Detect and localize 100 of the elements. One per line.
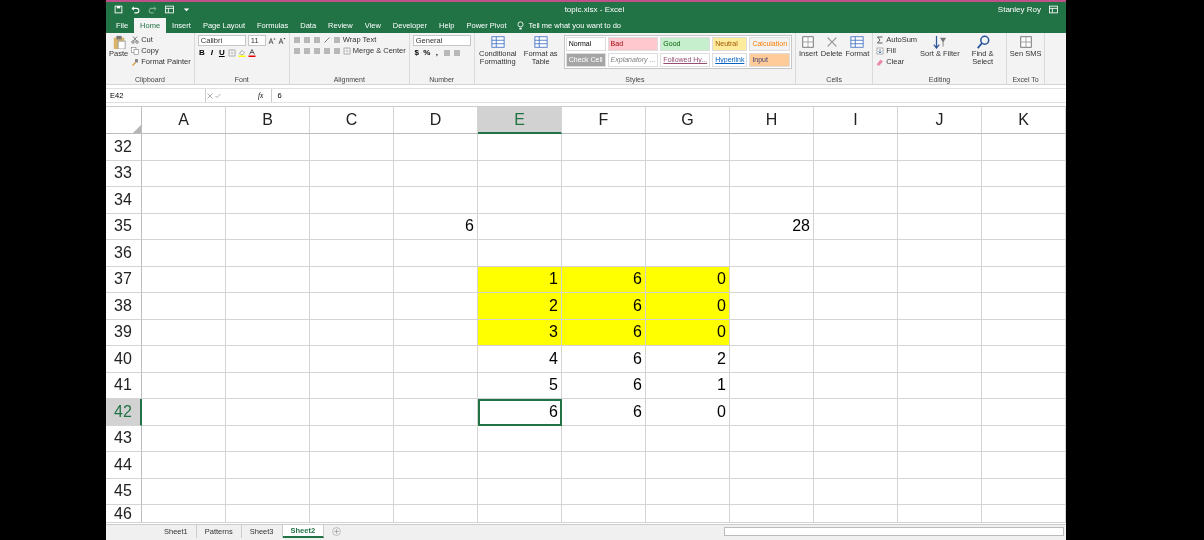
table-cell[interactable]: 2	[646, 346, 730, 373]
table-cell[interactable]	[982, 505, 1066, 523]
table-cell[interactable]: 0	[646, 319, 730, 346]
table-cell[interactable]	[226, 372, 310, 399]
table-cell[interactable]	[142, 372, 226, 399]
cancel-icon[interactable]	[206, 91, 214, 100]
table-cell[interactable]	[478, 213, 562, 240]
table-cell[interactable]	[562, 425, 646, 452]
table-cell[interactable]	[310, 187, 394, 214]
table-cell[interactable]: 6	[562, 293, 646, 320]
table-cell[interactable]	[982, 213, 1066, 240]
table-cell[interactable]	[982, 293, 1066, 320]
table-cell[interactable]	[394, 240, 478, 267]
table-cell[interactable]	[898, 505, 982, 523]
row-header[interactable]: 40	[106, 346, 142, 373]
table-cell[interactable]	[982, 266, 1066, 293]
underline-button[interactable]: U	[217, 48, 226, 57]
row-header[interactable]: 42	[106, 399, 142, 426]
table-cell[interactable]	[478, 160, 562, 187]
table-cell[interactable]	[814, 240, 898, 267]
table-cell[interactable]	[814, 346, 898, 373]
table-cell[interactable]	[226, 478, 310, 505]
row-header[interactable]: 43	[106, 425, 142, 452]
table-cell[interactable]	[562, 187, 646, 214]
select-all-icon[interactable]	[133, 125, 141, 133]
table-cell[interactable]	[478, 240, 562, 267]
table-cell[interactable]: 6	[562, 266, 646, 293]
table-cell[interactable]	[310, 213, 394, 240]
save-icon[interactable]	[114, 4, 123, 14]
table-cell[interactable]	[814, 213, 898, 240]
table-cell[interactable]	[226, 240, 310, 267]
table-cell[interactable]	[730, 478, 814, 505]
table-cell[interactable]	[478, 425, 562, 452]
percent-button[interactable]: %	[422, 48, 431, 57]
table-cell[interactable]	[982, 319, 1066, 346]
form-icon[interactable]	[165, 4, 174, 14]
table-cell[interactable]	[898, 266, 982, 293]
table-cell[interactable]: 4	[478, 346, 562, 373]
table-cell[interactable]	[898, 478, 982, 505]
table-cell[interactable]	[226, 213, 310, 240]
table-cell[interactable]	[142, 266, 226, 293]
row-header[interactable]: 36	[106, 240, 142, 267]
table-cell[interactable]	[982, 240, 1066, 267]
table-cell[interactable]	[142, 478, 226, 505]
table-cell[interactable]	[310, 293, 394, 320]
table-cell[interactable]	[394, 372, 478, 399]
table-cell[interactable]: 3	[478, 319, 562, 346]
table-cell[interactable]	[562, 452, 646, 479]
table-cell[interactable]	[730, 372, 814, 399]
table-cell[interactable]	[394, 452, 478, 479]
table-cell[interactable]	[646, 213, 730, 240]
table-cell[interactable]	[562, 478, 646, 505]
table-cell[interactable]	[982, 399, 1066, 426]
table-cell[interactable]	[478, 187, 562, 214]
table-cell[interactable]	[646, 452, 730, 479]
table-cell[interactable]	[646, 160, 730, 187]
table-cell[interactable]	[226, 399, 310, 426]
table-cell[interactable]	[898, 346, 982, 373]
table-cell[interactable]	[898, 293, 982, 320]
shrink-font-icon[interactable]	[277, 36, 286, 45]
table-cell[interactable]	[646, 505, 730, 523]
bold-button[interactable]: B	[197, 48, 206, 57]
column-header[interactable]: G	[646, 107, 730, 134]
enter-icon[interactable]	[214, 91, 222, 100]
table-cell[interactable]	[142, 240, 226, 267]
table-cell[interactable]	[478, 452, 562, 479]
table-cell[interactable]	[814, 266, 898, 293]
table-cell[interactable]	[142, 425, 226, 452]
table-cell[interactable]	[310, 372, 394, 399]
table-cell[interactable]	[898, 213, 982, 240]
font-color-icon[interactable]	[247, 48, 256, 57]
table-cell[interactable]	[142, 452, 226, 479]
table-cell[interactable]: 2	[478, 293, 562, 320]
table-cell[interactable]	[982, 372, 1066, 399]
redo-icon[interactable]	[148, 4, 157, 14]
table-cell[interactable]	[898, 425, 982, 452]
table-cell[interactable]	[478, 505, 562, 523]
table-cell[interactable]	[394, 134, 478, 161]
table-cell[interactable]	[226, 160, 310, 187]
column-header[interactable]: E	[478, 107, 562, 134]
table-cell[interactable]	[142, 134, 226, 161]
table-cell[interactable]	[646, 187, 730, 214]
table-cell[interactable]	[982, 478, 1066, 505]
table-cell[interactable]	[142, 187, 226, 214]
table-cell[interactable]	[226, 452, 310, 479]
table-cell[interactable]	[730, 319, 814, 346]
table-cell[interactable]	[142, 160, 226, 187]
table-cell[interactable]	[814, 293, 898, 320]
table-cell[interactable]	[730, 346, 814, 373]
table-cell[interactable]	[730, 160, 814, 187]
table-cell[interactable]	[562, 160, 646, 187]
table-cell[interactable]: 5	[478, 372, 562, 399]
table-cell[interactable]	[226, 505, 310, 523]
table-cell[interactable]	[646, 425, 730, 452]
table-cell[interactable]	[310, 452, 394, 479]
table-cell[interactable]	[478, 478, 562, 505]
table-cell[interactable]: 6	[562, 372, 646, 399]
comma-style-button[interactable]: ,	[432, 48, 441, 57]
table-cell[interactable]	[646, 240, 730, 267]
table-cell[interactable]	[562, 134, 646, 161]
